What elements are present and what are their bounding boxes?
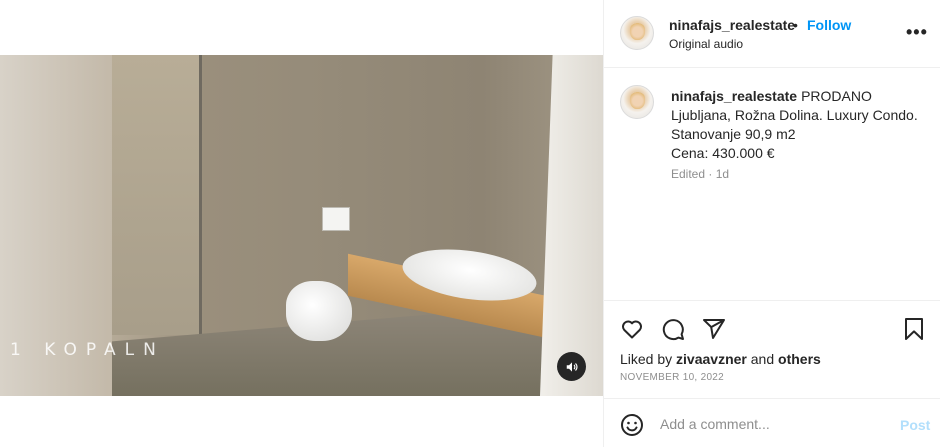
liked-by-and: and — [750, 351, 775, 367]
comment-icon — [662, 319, 684, 341]
original-audio-link[interactable]: Original audio — [669, 37, 743, 51]
bookmark-icon — [905, 318, 923, 340]
header-username[interactable]: ninafajs_realestate — [669, 17, 795, 33]
caption-line-3: Stanovanje 90,9 m2 — [671, 126, 796, 142]
video-overlay-caption: 1 KOPALN — [10, 340, 165, 360]
comment-input[interactable] — [660, 416, 890, 432]
post-button[interactable]: Post — [900, 417, 930, 433]
speaker-icon — [566, 361, 577, 372]
video-scene-door — [540, 55, 603, 396]
like-button[interactable] — [620, 317, 644, 344]
comment-button[interactable] — [661, 317, 685, 344]
video-scene-toilet — [286, 281, 352, 341]
liked-by-user[interactable]: zivaavzner — [676, 351, 747, 367]
caption-line-4: Cena: 430.000 € — [671, 145, 775, 161]
avatar[interactable] — [620, 16, 654, 50]
post-caption: ninafajs_realestate PRODANO Ljubljana, Ro… — [671, 87, 933, 163]
caption-meta: Edited · 1d — [671, 167, 730, 181]
more-options-icon[interactable]: ••• — [906, 22, 928, 43]
caption-line-2: Ljubljana, Rožna Dolina. Luxury Condo. — [671, 107, 918, 123]
save-button[interactable] — [903, 317, 925, 344]
liked-by-others[interactable]: others — [778, 351, 821, 367]
caption-avatar[interactable] — [620, 85, 654, 119]
share-button[interactable] — [702, 317, 726, 344]
header-separator: • — [793, 17, 798, 33]
emoji-button[interactable] — [620, 413, 644, 440]
caption-username[interactable]: ninafajs_realestate — [671, 88, 797, 104]
emoji-icon — [621, 414, 643, 436]
post-header: ninafajs_realestate • Follow Original au… — [604, 0, 940, 68]
video-scene-shower-glass — [112, 55, 202, 335]
liked-by-prefix: Liked by — [620, 351, 673, 367]
comment-row: Post — [604, 398, 940, 447]
heart-icon — [622, 320, 642, 339]
video-scene-flush-plate — [322, 207, 350, 231]
post-side-panel: ninafajs_realestate • Follow Original au… — [603, 0, 940, 447]
caption-line-1: PRODANO — [801, 88, 872, 104]
follow-button[interactable]: Follow — [807, 17, 851, 33]
likes-summary: Liked by zivaavzner and others — [620, 351, 821, 367]
share-icon — [703, 319, 725, 339]
mute-button[interactable] — [557, 352, 586, 381]
post-video[interactable]: 1 KOPALN — [0, 55, 603, 396]
post-date: NOVEMBER 10, 2022 — [620, 372, 725, 383]
media-area: 1 KOPALN — [0, 0, 603, 447]
post-actions: Liked by zivaavzner and others NOVEMBER … — [604, 300, 940, 447]
